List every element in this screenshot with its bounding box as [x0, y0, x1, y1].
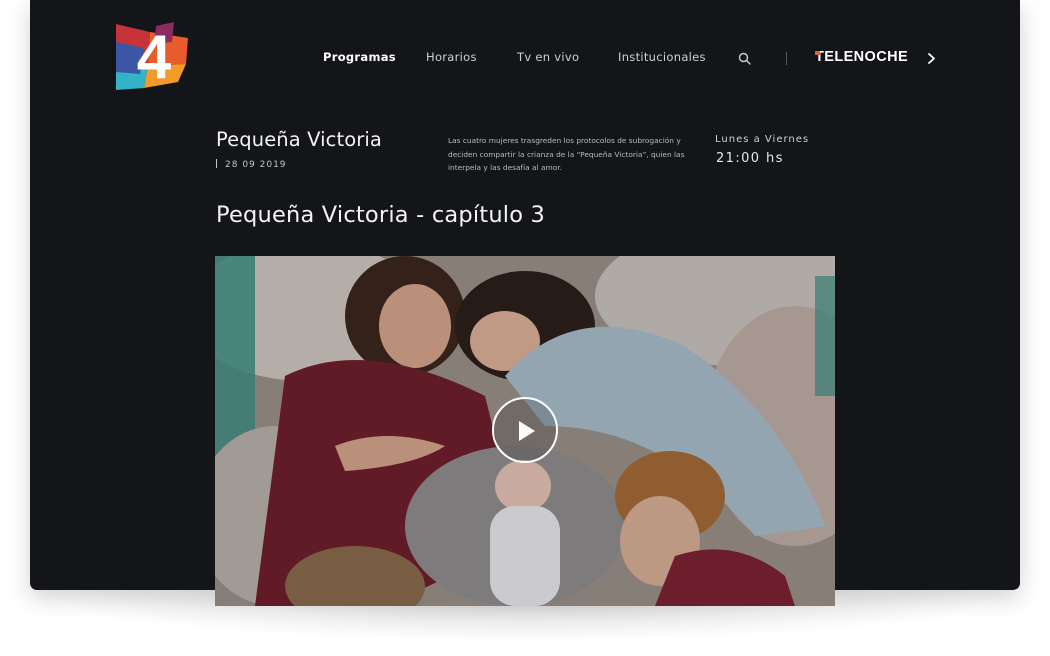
search-icon[interactable]: [738, 52, 751, 65]
date-bar: [216, 159, 217, 168]
play-button[interactable]: [492, 397, 558, 463]
telenoche-t-mark: T: [815, 49, 825, 65]
show-date-text: 28 09 2019: [225, 160, 287, 170]
telenoche-label: ELENOCHE: [824, 49, 909, 65]
show-title: Pequeña Victoria: [216, 128, 382, 151]
telenoche-link[interactable]: TELENOCHE: [815, 49, 908, 65]
chevron-right-icon[interactable]: [927, 52, 936, 65]
schedule-days: Lunes a Viernes: [715, 134, 810, 145]
schedule-time: 21:00 hs: [716, 151, 784, 166]
nav-institucionales[interactable]: Institucionales: [618, 50, 706, 64]
logo-text: 4: [137, 23, 172, 92]
show-date: 28 09 2019: [216, 159, 287, 170]
play-icon: [519, 421, 535, 441]
nav-tv-en-vivo[interactable]: Tv en vivo: [517, 50, 579, 64]
channel-4-logo[interactable]: 4: [114, 22, 191, 92]
nav-programas[interactable]: Programas: [323, 50, 396, 64]
episode-title: Pequeña Victoria - capítulo 3: [216, 202, 546, 228]
video-player[interactable]: [215, 256, 835, 606]
nav-horarios[interactable]: Horarios: [426, 50, 477, 64]
nav-divider: [786, 52, 787, 65]
show-description: Las cuatro mujeres trasgreden los protoc…: [448, 136, 685, 173]
